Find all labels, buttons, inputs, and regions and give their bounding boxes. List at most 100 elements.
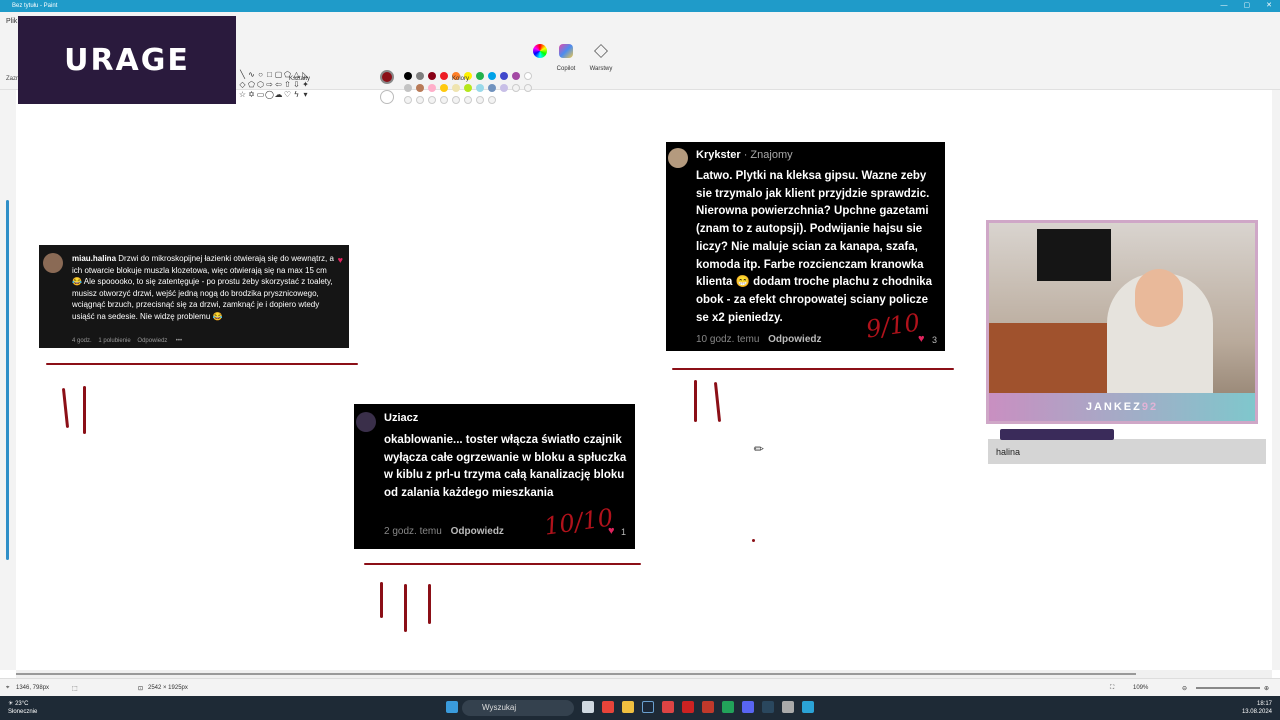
explorer-icon[interactable] [622,701,634,713]
shapes-gallery[interactable]: ╲ ∿ ○ □ ▢ ⬠ △ ◺ ◇ ⬠ ⬡ ⇨ ⇦ ⇧ ⇩ ✦ ☆ ✡ ▭ ◯ ☁ ♡ ϟ ▾ [238,70,312,100]
arrow-left-shape-icon[interactable]: ⇦ [274,80,283,90]
pentagon-shape-icon[interactable]: ⬠ [247,80,256,90]
reply-link[interactable]: Odpowiedz [768,334,821,345]
oval-shape-icon[interactable]: ○ [256,70,265,80]
color-1-swatch[interactable] [380,70,394,84]
chat-message: halina [988,429,1266,464]
discord-icon[interactable] [742,701,754,713]
comment-likes[interactable]: 1 polubienie [98,338,130,344]
cloud-shape-icon[interactable]: ☁ [274,90,283,100]
zoom-slider[interactable] [1196,687,1260,689]
vertical-scrollbar[interactable] [1272,90,1280,670]
canvas-size: 2542 × 1925px [148,685,188,691]
tally-stroke [83,386,86,434]
layers-button[interactable]: Warstwy [586,44,616,72]
search-box[interactable]: Wyszukaj [462,700,574,716]
palette-swatch[interactable] [440,72,448,80]
system-tray[interactable]: 18:17 13.08.2024 [1242,700,1272,716]
palette-swatch[interactable] [428,84,436,92]
maximize-button[interactable]: ▢ [1244,0,1251,12]
heart-shape-icon[interactable]: ♡ [283,90,292,100]
hexagon-shape-icon[interactable]: ⬡ [256,80,265,90]
palette-swatch[interactable] [488,84,496,92]
palette-swatch[interactable] [440,84,448,92]
palette-swatch[interactable] [428,72,436,80]
paint-icon[interactable] [802,701,814,713]
zoom-out-icon[interactable]: ⊖ [1182,685,1187,692]
palette-swatch[interactable] [488,72,496,80]
edit-colors-icon[interactable] [533,44,547,58]
heart-icon[interactable]: ♥ [918,333,925,345]
clock-date: 13.08.2024 [1241,709,1272,715]
empty-swatch[interactable] [416,96,424,104]
heart-icon[interactable]: ♥ [608,525,615,537]
excel-icon[interactable] [722,701,734,713]
empty-swatch[interactable] [464,96,472,104]
palette-swatch[interactable] [452,84,460,92]
palette-swatch[interactable] [476,72,484,80]
steam-icon[interactable] [642,701,654,713]
comment-card-2: Krykster · Znajomy Latwo. Plytki na klek… [666,142,945,351]
arrow-right-shape-icon[interactable]: ⇨ [265,80,274,90]
taskview-icon[interactable] [582,701,594,713]
weather-widget[interactable]: ☀ 23°C Słonecznie [8,700,37,716]
zoom-level[interactable]: 109% [1133,685,1148,691]
color-2-swatch[interactable] [380,90,394,104]
empty-swatch[interactable] [440,96,448,104]
start-icon[interactable] [446,701,458,713]
underline-stroke-2 [672,368,954,370]
vertical-slider[interactable] [6,200,9,560]
line-shape-icon[interactable]: ╲ [238,70,247,80]
fit-icon[interactable]: ⛶ [1110,685,1114,692]
curve-shape-icon[interactable]: ∿ [247,70,256,80]
winrar-icon[interactable] [702,701,714,713]
scroll-thumb[interactable] [16,673,1136,675]
heart-icon[interactable]: ♥ [338,255,343,265]
steam2-icon[interactable] [762,701,774,713]
star6-shape-icon[interactable]: ✡ [247,90,256,100]
minimize-button[interactable]: — [1221,0,1228,12]
palette-swatch[interactable] [464,84,472,92]
zoom-in-icon[interactable]: ⊕ [1264,685,1269,692]
palette-swatch[interactable] [524,72,532,80]
palette-swatch[interactable] [500,72,508,80]
copilot-button[interactable]: Copilot [552,44,580,72]
chrome-icon[interactable] [662,701,674,713]
empty-swatch[interactable] [512,84,520,92]
palette-swatch[interactable] [416,84,424,92]
palette-swatch[interactable] [404,84,412,92]
rounded-rect-shape-icon[interactable]: ▢ [274,70,283,80]
underline-stroke-3 [364,563,641,565]
vertical-zoom-bar [0,90,16,670]
reply-link[interactable]: Odpowiedz [451,526,504,537]
close-button[interactable]: ✕ [1266,0,1272,12]
menu-file[interactable]: Plik [6,18,17,25]
lightning-shape-icon[interactable]: ϟ [292,90,301,100]
empty-swatch[interactable] [488,96,496,104]
empty-swatch[interactable] [404,96,412,104]
callout-rect-shape-icon[interactable]: ▭ [256,90,265,100]
more-icon[interactable]: ••• [176,338,182,344]
more-shapes-icon[interactable]: ▾ [301,90,310,100]
like-count: 1 [621,527,627,537]
palette-swatch[interactable] [416,72,424,80]
tally-stroke [694,380,697,422]
app-icon[interactable] [782,701,794,713]
palette-swatch[interactable] [500,84,508,92]
empty-swatch[interactable] [452,96,460,104]
palette-swatch[interactable] [404,72,412,80]
horizontal-scrollbar[interactable] [16,670,1272,678]
callout-oval-shape-icon[interactable]: ◯ [265,90,274,100]
reply-link[interactable]: Odpowiedz [137,338,167,344]
star5-shape-icon[interactable]: ☆ [238,90,247,100]
rectangle-shape-icon[interactable]: □ [265,70,274,80]
diamond-shape-icon[interactable]: ◇ [238,80,247,90]
weather-desc: Słonecznie [8,709,38,715]
brave-icon[interactable] [602,701,614,713]
empty-swatch[interactable] [476,96,484,104]
record-icon[interactable] [682,701,694,713]
palette-swatch[interactable] [476,84,484,92]
palette-swatch[interactable] [512,72,520,80]
empty-swatch[interactable] [428,96,436,104]
empty-swatch[interactable] [524,84,532,92]
